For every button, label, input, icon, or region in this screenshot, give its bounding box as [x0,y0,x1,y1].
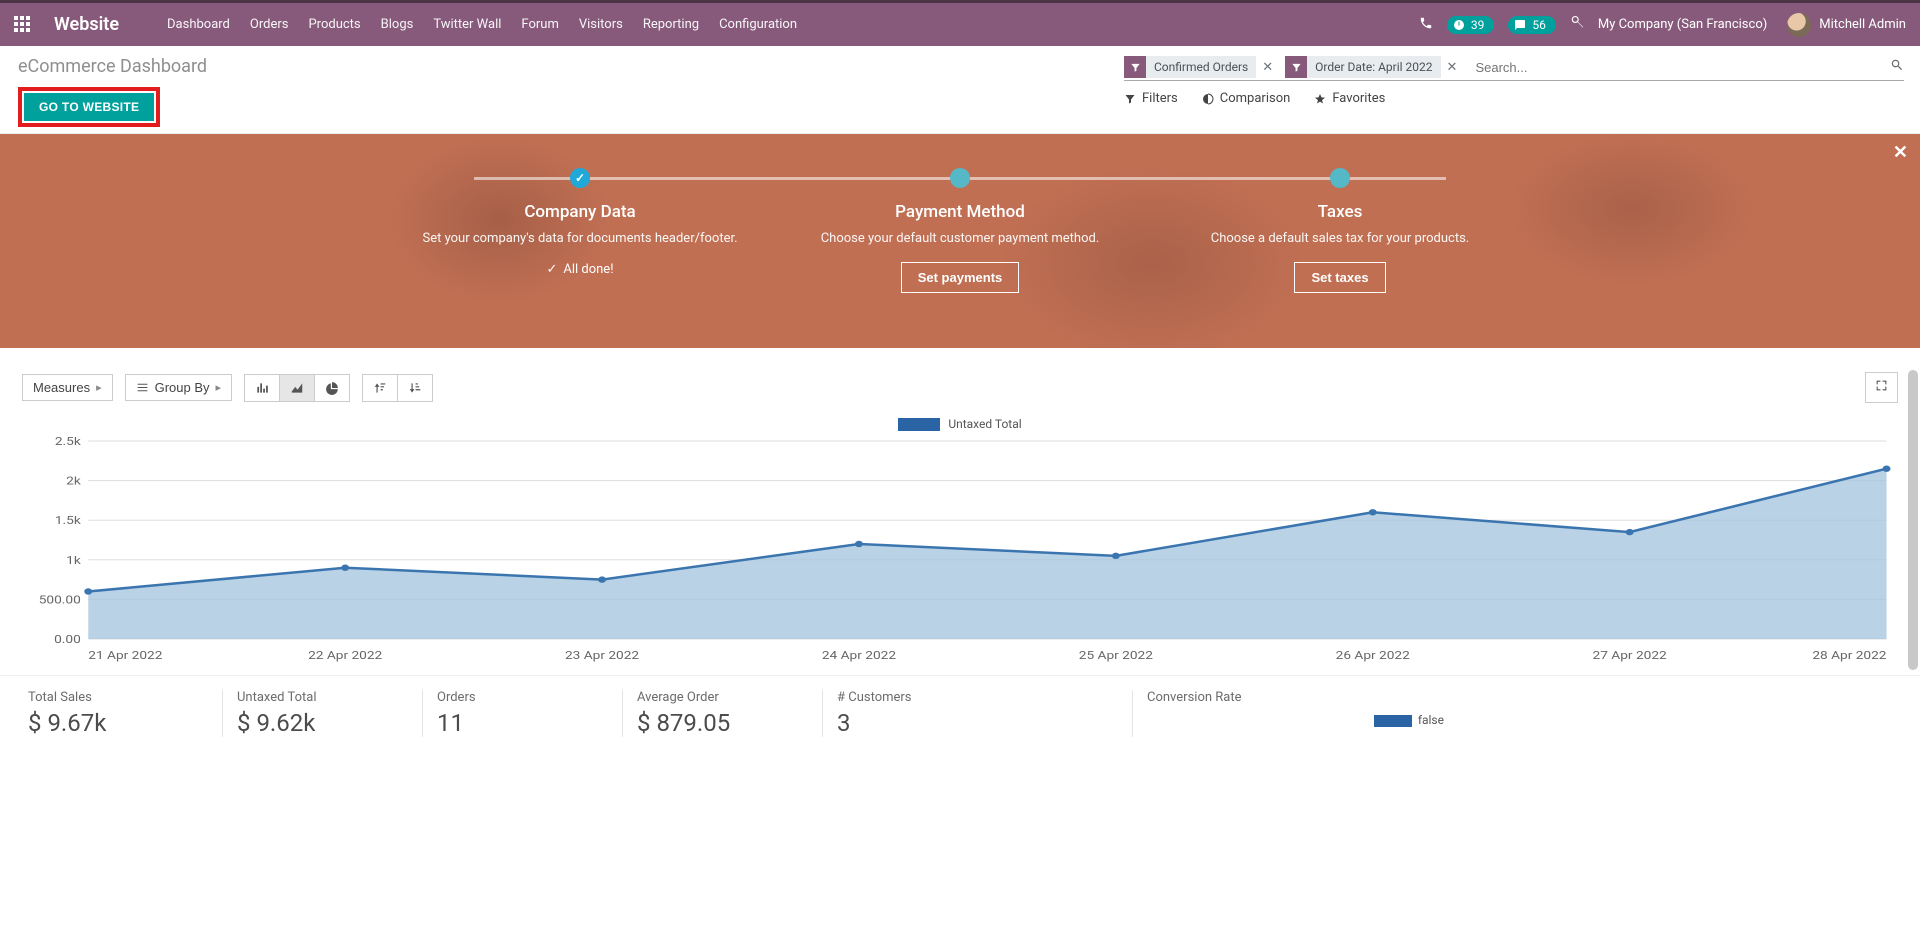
kpi-untaxed-total: Untaxed Total$ 9.62k [222,690,422,737]
svg-text:27 Apr 2022: 27 Apr 2022 [1593,650,1667,663]
go-to-website-highlight: GO TO WEBSITE [18,87,160,127]
svg-text:2.5k: 2.5k [55,436,82,449]
activity-badge[interactable]: 39 [1447,16,1495,34]
user-menu[interactable]: Mitchell Admin [1781,13,1906,37]
nav-dashboard[interactable]: Dashboard [157,17,240,32]
step-dot-icon [1330,168,1350,188]
kpi-average-order: Average Order$ 879.05 [622,690,822,737]
line-chart-icon[interactable] [280,374,315,402]
discuss-badge[interactable]: 56 [1508,16,1556,34]
sort-asc-icon[interactable] [362,374,398,402]
group-by-button[interactable]: Group By [125,374,232,401]
apps-icon[interactable] [14,16,32,34]
onboard-step-company-data: Company Data Set your company's data for… [420,168,740,293]
onboard-step-payment-method: Payment Method Choose your default custo… [800,168,1120,293]
svg-text:2k: 2k [66,475,81,488]
chart-area: Untaxed Total 0.00 500.00 1k 1.5k 2k 2.5k 21 A… [0,413,1920,675]
company-switcher[interactable]: My Company (San Francisco) [1598,17,1767,32]
control-bar: eCommerce Dashboard GO TO WEBSITE Confir… [0,46,1920,134]
avatar [1787,13,1811,37]
facet-confirmed-orders: Confirmed Orders ✕ [1124,56,1279,78]
pie-chart-icon[interactable] [315,374,350,402]
sort-group [362,374,433,402]
nav-configuration[interactable]: Configuration [709,17,807,32]
set-payments-button[interactable]: Set payments [901,262,1020,293]
svg-text:24 Apr 2022: 24 Apr 2022 [822,650,896,663]
brand[interactable]: Website [54,14,119,35]
nav-twitter-wall[interactable]: Twitter Wall [423,17,511,32]
facet-order-date: Order Date: April 2022 ✕ [1285,56,1463,78]
search-input[interactable] [1469,57,1890,78]
measures-button[interactable]: Measures [22,374,113,401]
kpi-orders: Orders11 [422,690,622,737]
scrollbar[interactable] [1908,370,1918,670]
nav-right: 39 56 My Company (San Francisco) Mitchel… [1419,13,1906,37]
search-icon[interactable] [1890,58,1904,76]
svg-text:28 Apr 2022: 28 Apr 2022 [1812,650,1886,663]
kpi-conversion-rate: Conversion Ratefalse [1132,690,1472,737]
top-nav: Website Dashboard Orders Products Blogs … [0,0,1920,46]
kpi-total-sales: Total Sales$ 9.67k [22,690,222,737]
search-bar[interactable]: Confirmed Orders ✕ Order Date: April 202… [1124,56,1904,81]
facet-remove[interactable]: ✕ [1441,60,1464,75]
favorites-dropdown[interactable]: Favorites [1314,91,1385,106]
chart-type-group [244,374,350,402]
filter-icon [1124,56,1146,78]
svg-text:25 Apr 2022: 25 Apr 2022 [1079,650,1153,663]
svg-text:22 Apr 2022: 22 Apr 2022 [308,650,382,663]
graph-toolbar: Measures Group By [0,348,1920,413]
legend-swatch [898,418,940,431]
all-done-label: ✓ All done! [546,262,613,277]
onboard-step-taxes: Taxes Choose a default sales tax for you… [1180,168,1500,293]
nav-blogs[interactable]: Blogs [371,17,424,32]
chart-legend: Untaxed Total [26,413,1894,435]
phone-icon[interactable] [1419,16,1433,34]
nav-reporting[interactable]: Reporting [633,17,709,32]
kpi-strip: Total Sales$ 9.67k Untaxed Total$ 9.62k … [0,675,1920,741]
nav-products[interactable]: Products [298,17,370,32]
go-to-website-button[interactable]: GO TO WEBSITE [24,93,154,121]
expand-icon[interactable] [1865,372,1898,403]
step-dot-done-icon [570,168,590,188]
svg-text:23 Apr 2022: 23 Apr 2022 [565,650,639,663]
line-chart[interactable]: 0.00 500.00 1k 1.5k 2k 2.5k 21 Apr 2022 22 Apr … [26,435,1894,665]
filter-icon [1285,56,1307,78]
svg-text:1k: 1k [66,554,81,567]
set-taxes-button[interactable]: Set taxes [1294,262,1385,293]
onboarding-banner: ✕ Company Data Set your company's data f… [0,134,1920,348]
svg-text:0.00: 0.00 [54,634,81,647]
debug-icon[interactable] [1570,16,1584,34]
nav-forum[interactable]: Forum [511,17,568,32]
comparison-dropdown[interactable]: Comparison [1202,91,1291,106]
kpi-customers: # Customers3 [822,690,1132,737]
page-title: eCommerce Dashboard [18,56,207,77]
facet-remove[interactable]: ✕ [1256,60,1279,75]
nav-orders[interactable]: Orders [240,17,299,32]
bar-chart-icon[interactable] [244,374,280,402]
svg-text:500.00: 500.00 [39,594,81,607]
sort-desc-icon[interactable] [398,374,433,402]
svg-text:21 Apr 2022: 21 Apr 2022 [88,650,162,663]
svg-text:1.5k: 1.5k [55,515,82,528]
step-dot-icon [950,168,970,188]
filters-dropdown[interactable]: Filters [1124,91,1178,106]
close-icon[interactable]: ✕ [1893,142,1908,163]
main-menu: Dashboard Orders Products Blogs Twitter … [157,17,807,32]
nav-visitors[interactable]: Visitors [569,17,633,32]
svg-text:26 Apr 2022: 26 Apr 2022 [1336,650,1410,663]
